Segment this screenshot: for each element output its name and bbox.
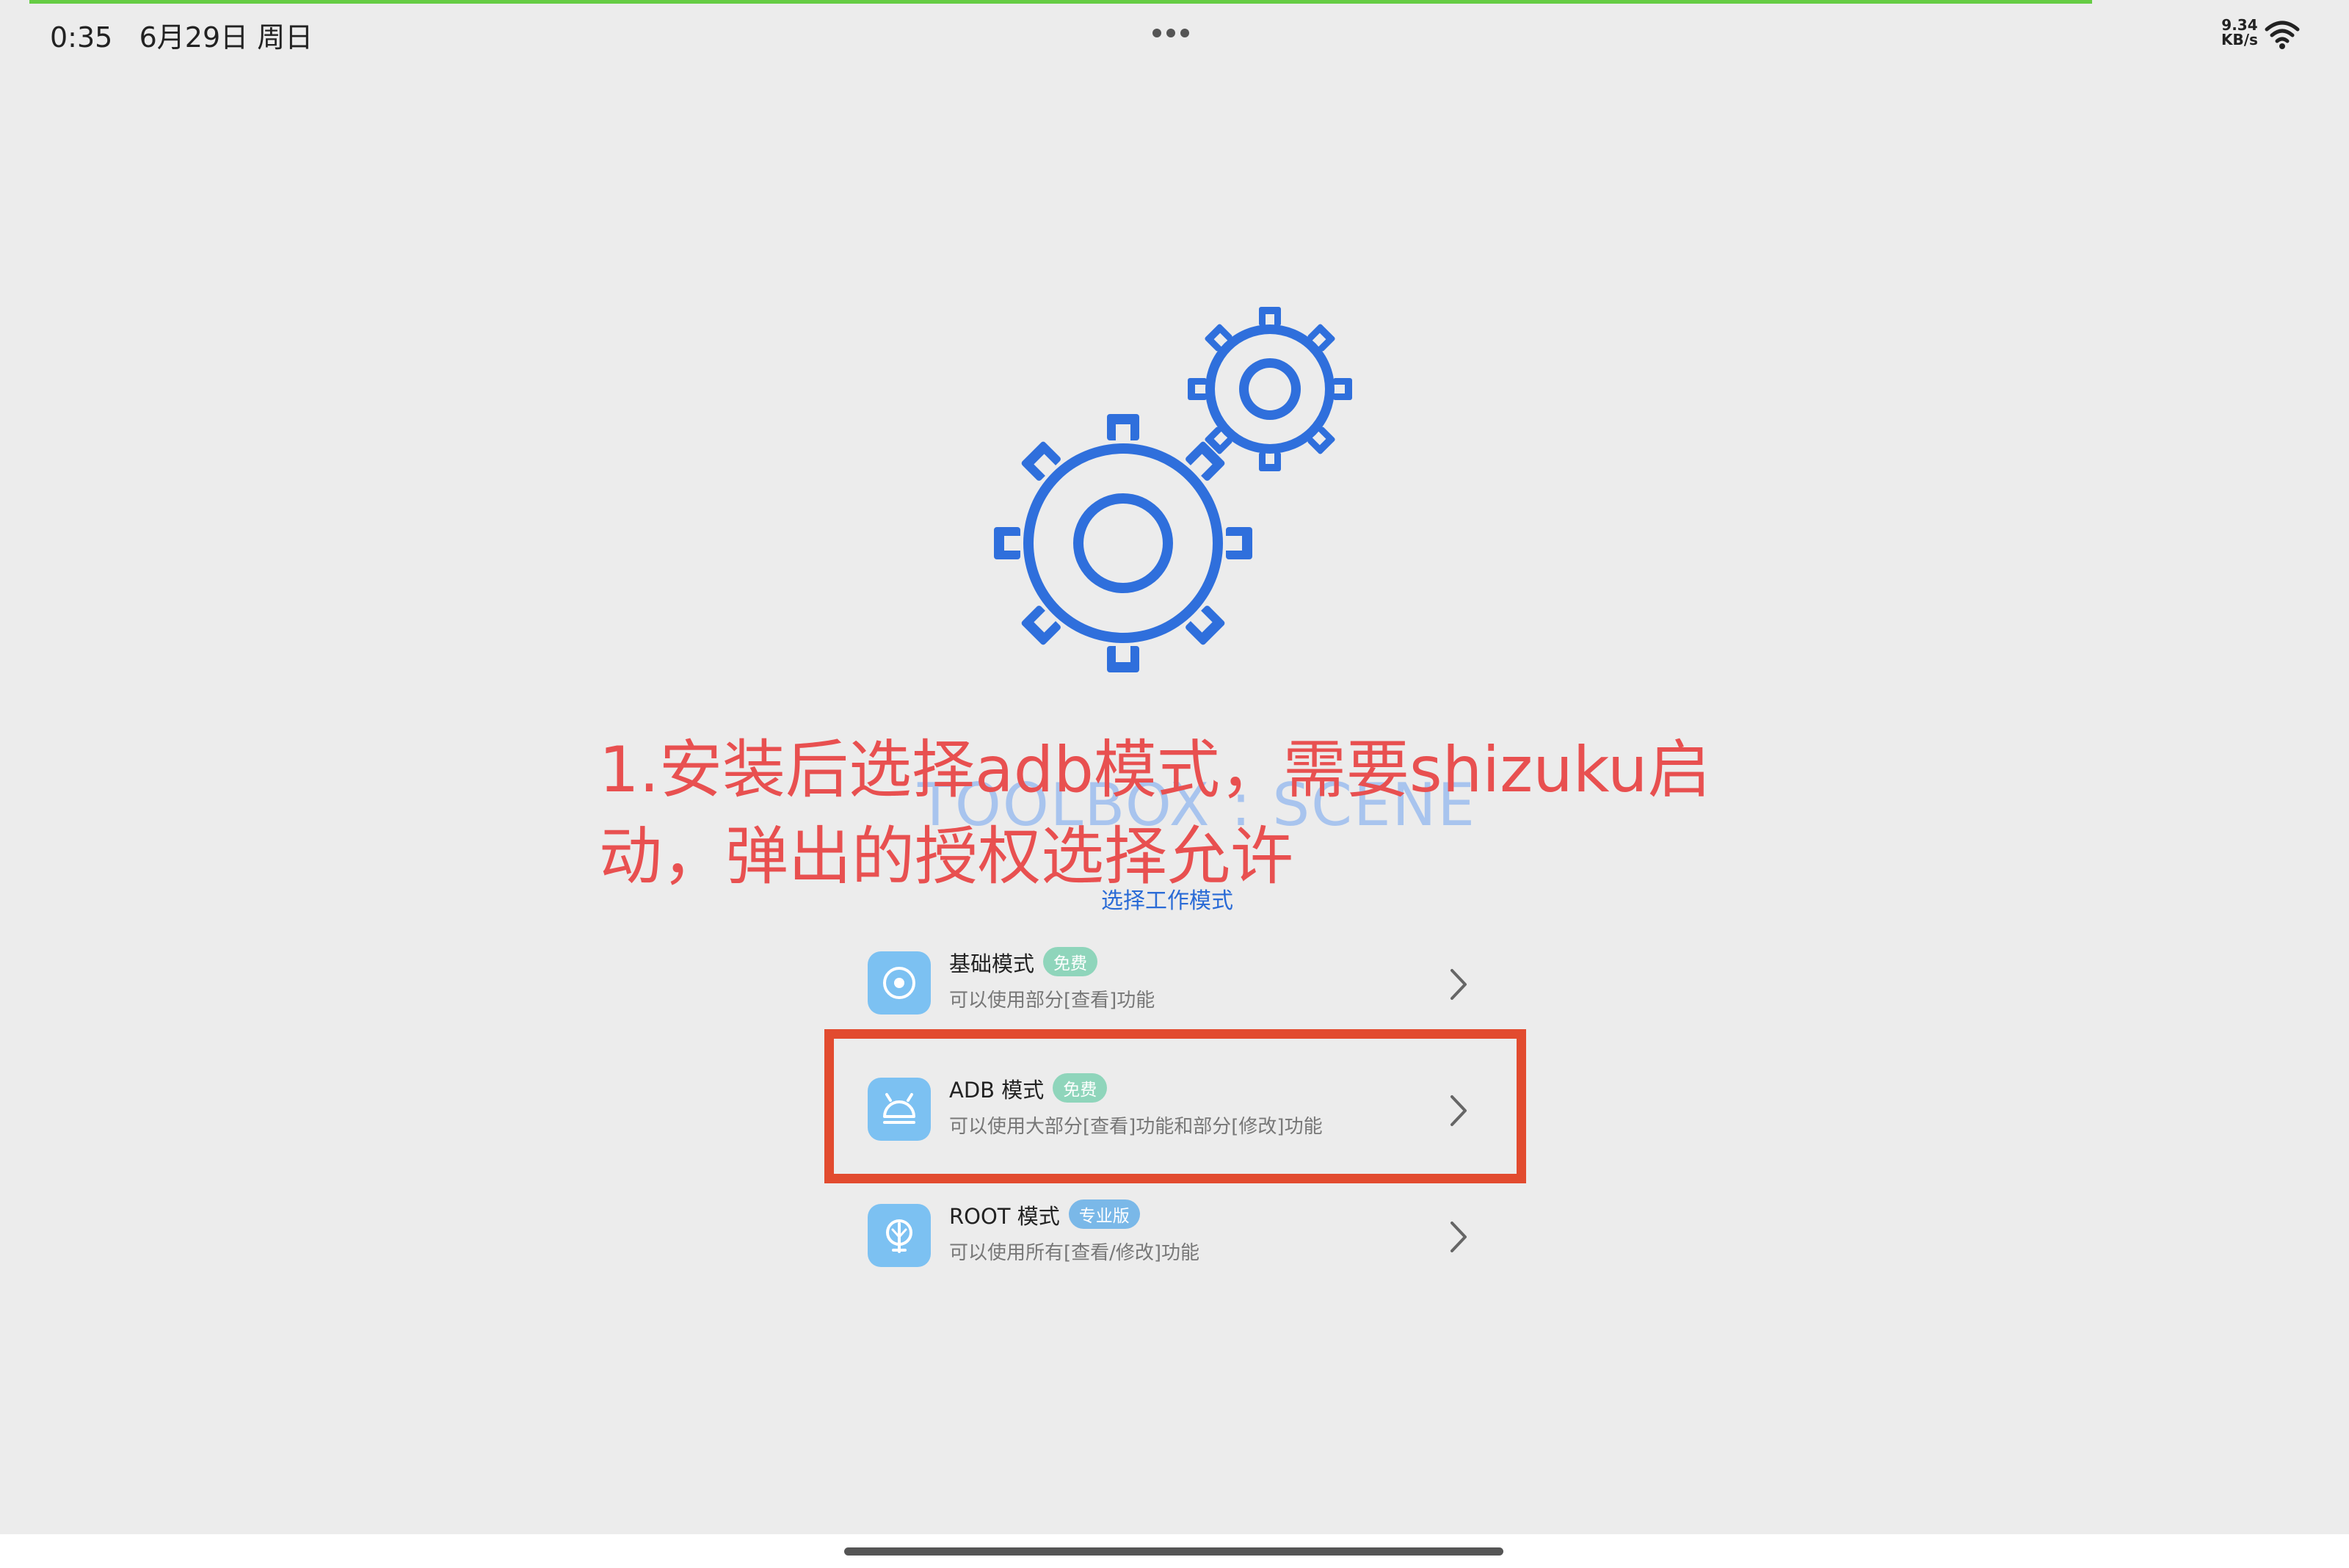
network-speed-unit: KB/s: [2221, 31, 2258, 48]
gears-icon: [994, 307, 1352, 672]
pro-badge: 专业版: [1068, 1199, 1140, 1229]
small-gear-icon: [1188, 307, 1352, 471]
root-icon: [868, 1204, 931, 1267]
status-time: 0:35: [50, 21, 113, 54]
mode-title-label: ROOT 模式: [949, 1204, 1060, 1229]
network-speed: 9.34 KB/s: [2221, 18, 2258, 47]
annotation-line-2: 动，弹出的授权选择允许: [599, 820, 1293, 893]
network-speed-value: 9.34: [2221, 16, 2258, 34]
chevron-right-icon: [1451, 969, 1467, 1000]
mode-title: 基础模式 免费: [949, 947, 1098, 978]
chevron-right-icon: [1451, 1222, 1467, 1252]
mode-description: 可以使用部分[查看]功能: [949, 990, 1155, 1012]
status-time-date: 0:35 6月29日 周日: [50, 15, 313, 55]
status-bar: 0:35 6月29日 周日 9.34 KB/s: [0, 0, 2349, 66]
home-indicator[interactable]: [844, 1547, 1503, 1556]
annotation-line-1: 1.安装后选择adb模式，需要shizuku启: [599, 733, 1711, 807]
mode-title: ROOT 模式 专业版: [949, 1199, 1140, 1230]
mode-item-root[interactable]: ROOT 模式 专业版 可以使用所有[查看/修改]功能: [852, 1189, 1497, 1285]
free-badge: 免费: [1043, 947, 1098, 976]
instruction-annotation: 1.安装后选择adb模式，需要shizuku启 动，弹出的授权选择允许: [599, 727, 1773, 900]
mode-item-basic[interactable]: 基础模式 免费 可以使用部分[查看]功能: [852, 937, 1497, 1032]
wifi-icon: [2265, 21, 2300, 49]
annotation-highlight-box: [824, 1029, 1526, 1183]
large-gear-icon: [994, 414, 1252, 672]
more-dots-icon[interactable]: [1152, 26, 1197, 37]
mode-title-label: 基础模式: [949, 951, 1035, 976]
status-date: 6月29日 周日: [139, 21, 313, 54]
disc-icon: [868, 951, 931, 1015]
mode-description: 可以使用所有[查看/修改]功能: [949, 1242, 1200, 1264]
